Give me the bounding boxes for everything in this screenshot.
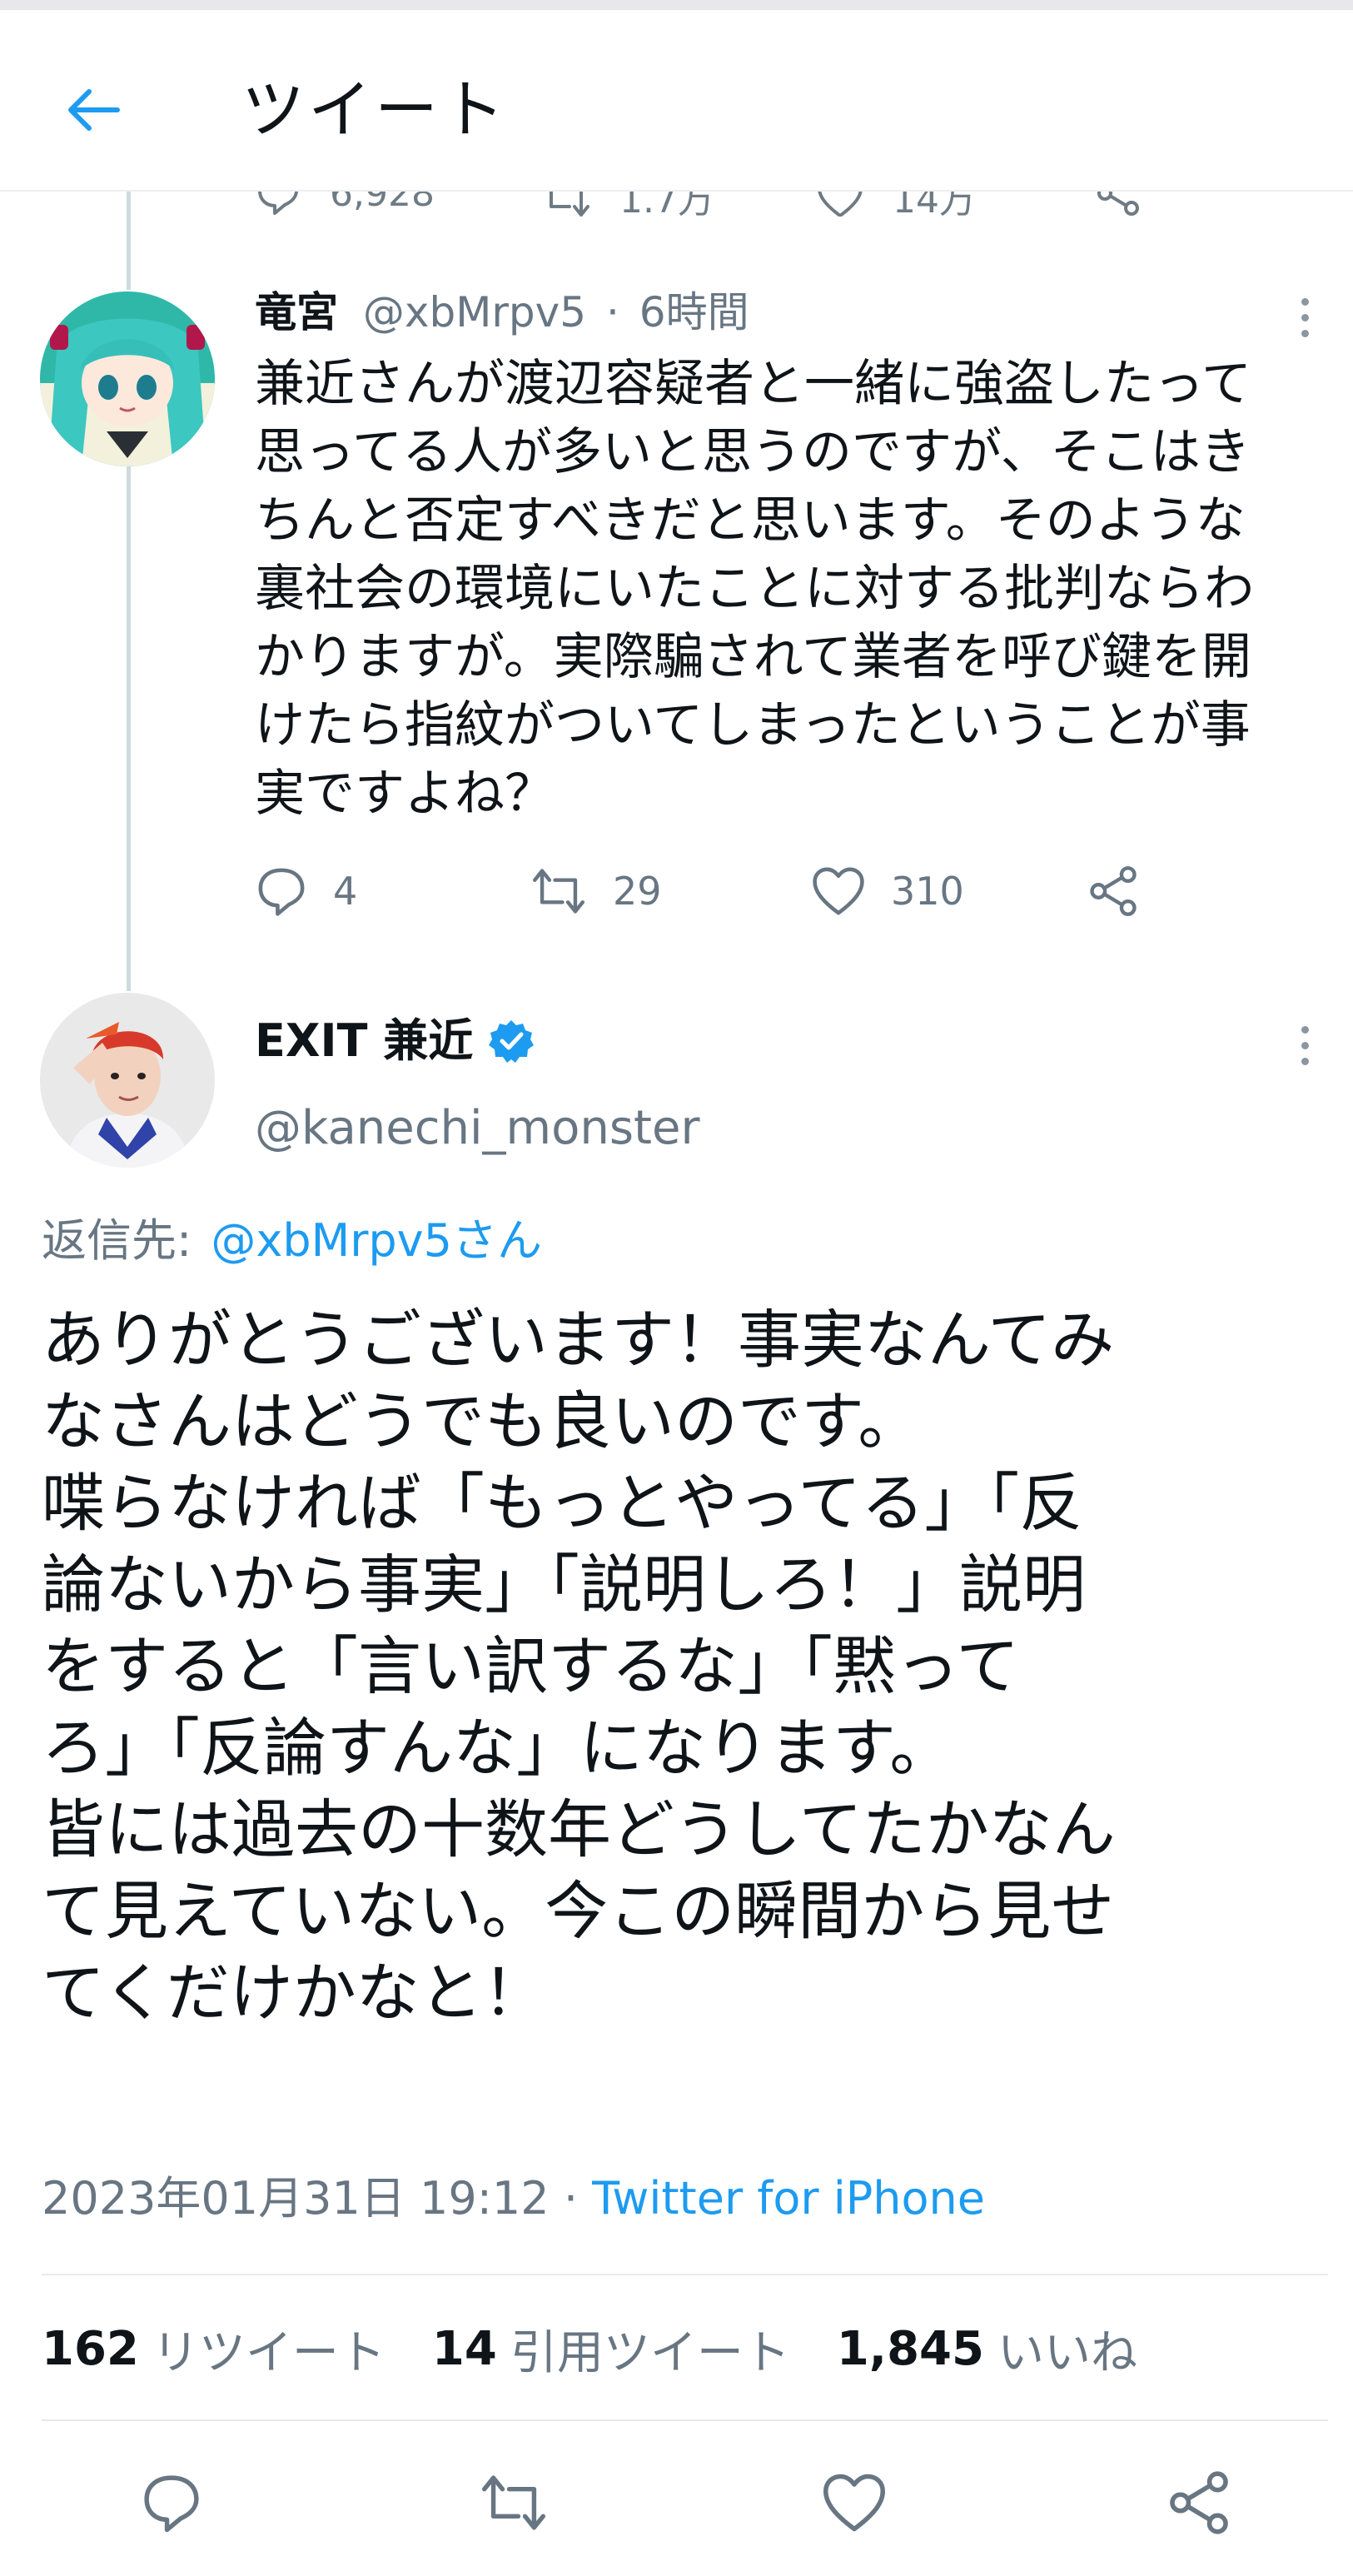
heart-icon (818, 192, 863, 217)
prev-retweet-action[interactable]: 1.7万 (541, 192, 714, 217)
like-label: いいね (997, 2325, 1137, 2380)
back-arrow-icon (68, 89, 120, 131)
prev-like-action[interactable]: 14万 (816, 192, 976, 217)
retweet-label: リツイート (152, 2325, 386, 2380)
reply-button[interactable] (130, 2461, 213, 2544)
reply-icon (144, 2475, 199, 2533)
reply-retweet-count: 29 (613, 869, 662, 914)
reply-more-options-icon[interactable] (1292, 298, 1317, 337)
prev-retweet-count: 1.7万 (619, 192, 714, 217)
prev-reply-action[interactable]: 6,928 (255, 192, 435, 217)
main-tweet-text: ありがとうございます！事実なんてみ なさんはどうでも良いのです。 喋らなければ「… (42, 1303, 1116, 2030)
like-count: 1,845 (836, 2321, 984, 2376)
reply-retweet-button[interactable]: 29 (530, 858, 662, 924)
retweet-button[interactable] (472, 2461, 555, 2544)
main-more-options-icon[interactable] (1292, 1026, 1317, 1065)
reply-to-handle-link[interactable]: @xbMrpv5さん (211, 1214, 542, 1267)
retweet-icon (550, 192, 589, 217)
reply-tweet-text: 兼近さんが渡辺容疑者と一緒に強盗したって 思ってる人が多いと思うのですが、そこは… (255, 355, 1254, 823)
person-saluting-avatar-image (40, 993, 215, 1168)
top-header: ツイート (0, 10, 1353, 192)
quote-label: 引用ツイート (510, 2325, 790, 2380)
retweet-stat[interactable]: 162 リツイート (42, 2315, 386, 2383)
meta-separator: · (605, 288, 619, 336)
reply-icon (258, 192, 298, 215)
reply-share-button[interactable] (1087, 858, 1164, 924)
thread-line-top (127, 192, 131, 290)
quote-count: 14 (431, 2321, 497, 2376)
share-icon (1097, 192, 1139, 216)
tweet-timestamp-line: 2023年01月31日 19:12 · Twitter for iPhone (42, 2165, 985, 2232)
retweet-count: 162 (42, 2321, 139, 2376)
like-stat[interactable]: 1,845 いいね (837, 2315, 1137, 2383)
reply-like-button[interactable]: 310 (811, 858, 964, 924)
heart-icon (813, 867, 864, 915)
thread-line-middle (127, 466, 131, 991)
back-button[interactable] (58, 77, 125, 143)
main-display-name: EXIT 兼近 (255, 1014, 474, 1067)
reply-icon (258, 868, 305, 916)
share-icon (1170, 2471, 1228, 2534)
meta-separator: · (563, 2172, 578, 2225)
reply-to-line: 返信先: @xbMrpv5さん (42, 1208, 542, 1274)
divider (42, 2274, 1328, 2275)
prev-like-count: 14万 (893, 192, 976, 217)
reply-to-label: 返信先: (42, 1214, 192, 1267)
share-button[interactable] (1157, 2461, 1241, 2544)
reply-reply-count: 4 (333, 869, 358, 914)
tweet-source-link[interactable]: Twitter for iPhone (592, 2172, 985, 2225)
prev-reply-count: 6,928 (330, 192, 435, 215)
reply-like-count: 310 (891, 869, 964, 914)
tweet-stats: 162 リツイート 14 引用ツイート 1,845 いいね (42, 2315, 1184, 2382)
retweet-icon (482, 2475, 545, 2530)
divider (42, 2419, 1328, 2421)
status-bar-band (0, 0, 1353, 10)
like-button[interactable] (813, 2461, 896, 2544)
anime-character-avatar-image (40, 291, 215, 466)
main-handle[interactable]: @kanechi_monster (255, 1098, 699, 1159)
main-tweet-actions (0, 2461, 1353, 2544)
page-title: ツイート (241, 72, 508, 147)
previous-tweet-actions: 6,928 1.7万 14万 (0, 192, 1353, 217)
reply-time[interactable]: 6時間 (639, 288, 749, 336)
share-icon (1090, 866, 1137, 916)
reply-author-line: 竜宮 @xbMrpv5 · 6時間 (255, 283, 749, 341)
reply-tweet-actions: 4 29 310 (255, 858, 1212, 924)
main-author-avatar[interactable] (40, 993, 215, 1168)
main-author-name-line[interactable]: EXIT 兼近 (255, 1012, 535, 1070)
reply-handle[interactable]: @xbMrpv5 (363, 288, 586, 336)
prev-share-action[interactable] (1095, 192, 1170, 217)
retweet-icon (533, 869, 584, 914)
reply-display-name[interactable]: 竜宮 (255, 288, 338, 336)
heart-icon (823, 2474, 885, 2532)
tweet-date: 2023年01月31日 19:12 (42, 2172, 550, 2225)
verified-badge-icon (488, 1018, 535, 1064)
reply-author-avatar[interactable] (40, 291, 215, 466)
reply-reply-button[interactable]: 4 (255, 858, 357, 924)
quote-stat[interactable]: 14 引用ツイート (432, 2315, 790, 2383)
